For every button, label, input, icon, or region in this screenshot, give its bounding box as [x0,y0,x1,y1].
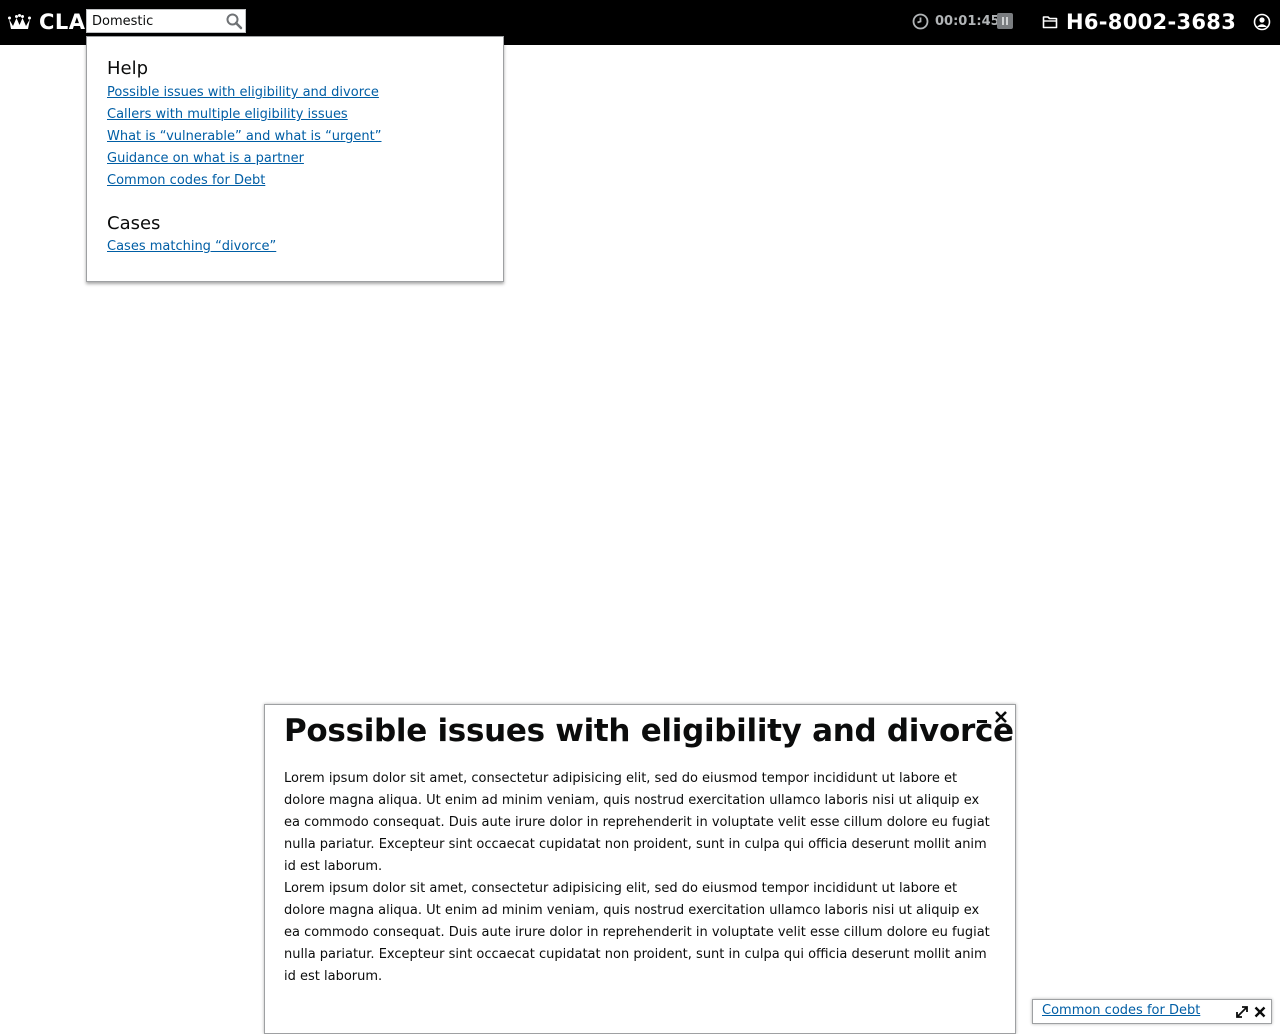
help-link[interactable]: Possible issues with eligibility and div… [107,85,379,101]
search-input[interactable] [87,10,228,32]
folder-icon [1042,16,1058,29]
brand[interactable]: CLA [8,8,86,36]
call-timer: 00:01:45 [912,13,1000,30]
clock-icon [912,13,929,30]
case-reference[interactable]: H6-8002-3683 [1042,8,1236,36]
search-icon[interactable] [225,12,243,30]
crown-icon [8,14,31,29]
minimized-help-tab: Common codes for Debt [1032,999,1272,1024]
timer-value: 00:01:45 [935,14,1000,29]
pause-icon[interactable] [997,13,1013,29]
search-results-dropdown: Help Possible issues with eligibility an… [86,36,504,282]
brand-name: CLA [39,10,86,34]
close-icon[interactable] [1253,1005,1267,1019]
panel-paragraph: Lorem ipsum dolor sit amet, consectetur … [284,771,990,874]
expand-icon[interactable] [1235,1005,1249,1019]
help-link[interactable]: What is “vulnerable” and what is “urgent… [107,129,382,145]
help-link[interactable]: Common codes for Debt [107,173,265,189]
minimize-icon[interactable] [975,711,989,725]
user-icon[interactable] [1253,13,1271,31]
help-link[interactable]: Callers with multiple eligibility issues [107,107,348,123]
panel-paragraph: Lorem ipsum dolor sit amet, consectetur … [284,881,990,984]
cases-heading: Cases [107,213,161,234]
close-icon[interactable] [993,709,1009,725]
help-heading: Help [107,58,149,79]
search-box [86,9,246,33]
case-reference-number: H6-8002-3683 [1066,10,1237,34]
panel-title: Possible issues with eligibility and div… [284,713,1014,749]
case-link[interactable]: Cases matching “divorce” [107,239,276,255]
minimized-tab-link[interactable]: Common codes for Debt [1042,1003,1200,1018]
help-panel: Possible issues with eligibility and div… [264,704,1016,1034]
help-link[interactable]: Guidance on what is a partner [107,151,304,167]
